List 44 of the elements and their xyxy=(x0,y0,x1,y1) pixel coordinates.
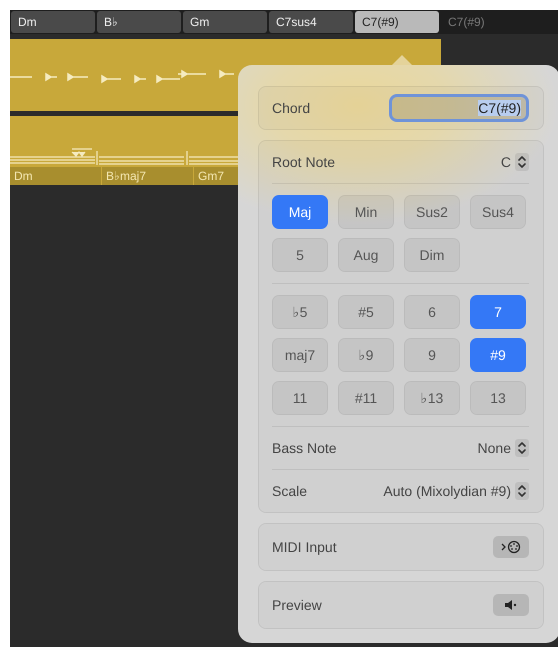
preview-label: Preview xyxy=(272,597,322,613)
chord-extension-button[interactable]: maj7 xyxy=(272,338,328,372)
bass-note-label: Bass Note xyxy=(272,440,337,456)
scale-popup[interactable]: Auto (Mixolydian #9) xyxy=(383,482,529,500)
chord-quality-button[interactable]: Dim xyxy=(404,238,460,272)
root-note-label: Root Note xyxy=(272,154,336,170)
preview-button[interactable] xyxy=(493,594,529,616)
chord-quality-button[interactable]: Min xyxy=(338,195,394,229)
bass-note-popup[interactable]: None xyxy=(478,439,529,457)
chord-quality-button[interactable]: Maj xyxy=(272,195,328,229)
root-note-popup[interactable]: C xyxy=(500,153,529,171)
chord-chip[interactable]: C7sus4 xyxy=(269,11,353,33)
midi-connector-icon xyxy=(501,540,521,554)
chord-extension-button[interactable]: ♭9 xyxy=(338,338,394,372)
chord-extension-button[interactable]: ♭13 xyxy=(404,381,460,415)
chord-extension-button[interactable]: #11 xyxy=(338,381,394,415)
chord-extension-button[interactable]: 9 xyxy=(404,338,460,372)
chord-extension-button[interactable]: #9 xyxy=(470,338,526,372)
chord-chip[interactable]: C7(#9) xyxy=(441,11,525,33)
stepper-icon xyxy=(515,482,529,500)
chord-quality-button[interactable]: Aug xyxy=(338,238,394,272)
chord-extension-button[interactable]: #5 xyxy=(338,295,394,329)
chord-quality-button[interactable]: Sus4 xyxy=(470,195,526,229)
speaker-icon xyxy=(504,599,518,611)
stepper-icon xyxy=(515,439,529,457)
chord-quality-button[interactable]: 5 xyxy=(272,238,328,272)
chord-quality-button[interactable]: Sus2 xyxy=(404,195,460,229)
chord-name-field[interactable]: C7(#9) xyxy=(389,94,529,122)
chord-label: B♭maj7 xyxy=(102,167,194,185)
chord-extension-button[interactable]: ♭5 xyxy=(272,295,328,329)
chord-extension-button[interactable]: 11 xyxy=(272,381,328,415)
chord-label: Chord xyxy=(272,100,310,116)
chord-extension-button[interactable]: 13 xyxy=(470,381,526,415)
chord-chip[interactable]: Dm xyxy=(11,11,95,33)
chord-extension-button[interactable]: 7 xyxy=(470,295,526,329)
scale-label: Scale xyxy=(272,483,308,499)
chord-chip[interactable]: B♭ xyxy=(97,11,181,33)
chord-label: Dm xyxy=(10,167,102,185)
chord-extension-button[interactable]: 6 xyxy=(404,295,460,329)
midi-input-button[interactable] xyxy=(493,536,529,558)
stepper-icon xyxy=(515,153,529,171)
chord-chip[interactable]: Gm xyxy=(183,11,267,33)
midi-input-label: MIDI Input xyxy=(272,539,337,555)
chord-chip[interactable]: C7(#9) xyxy=(355,11,439,33)
